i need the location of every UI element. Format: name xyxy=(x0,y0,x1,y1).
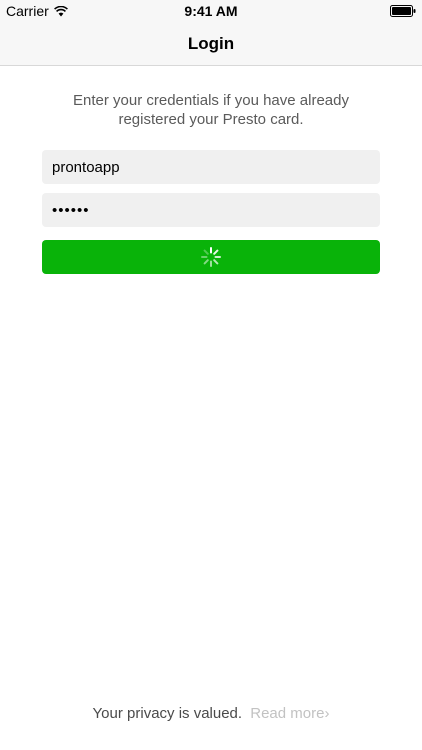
navigation-bar: Login xyxy=(0,22,422,66)
password-field[interactable] xyxy=(42,193,380,227)
status-bar: Carrier 9:41 AM xyxy=(0,0,422,22)
battery-icon xyxy=(390,5,416,17)
privacy-text: Your privacy is valued. xyxy=(92,705,243,722)
username-field[interactable] xyxy=(42,150,380,184)
page-title: Login xyxy=(187,34,235,53)
privacy-footer: Your privacy is valued. Read more› xyxy=(0,705,422,722)
login-button[interactable] xyxy=(42,240,380,274)
read-more-link[interactable]: Read more› xyxy=(250,705,329,722)
status-time: 9:41 AM xyxy=(184,3,238,19)
spinner-icon xyxy=(201,247,221,267)
instructions-text: Enter your credentials if you have alrea… xyxy=(73,92,349,128)
